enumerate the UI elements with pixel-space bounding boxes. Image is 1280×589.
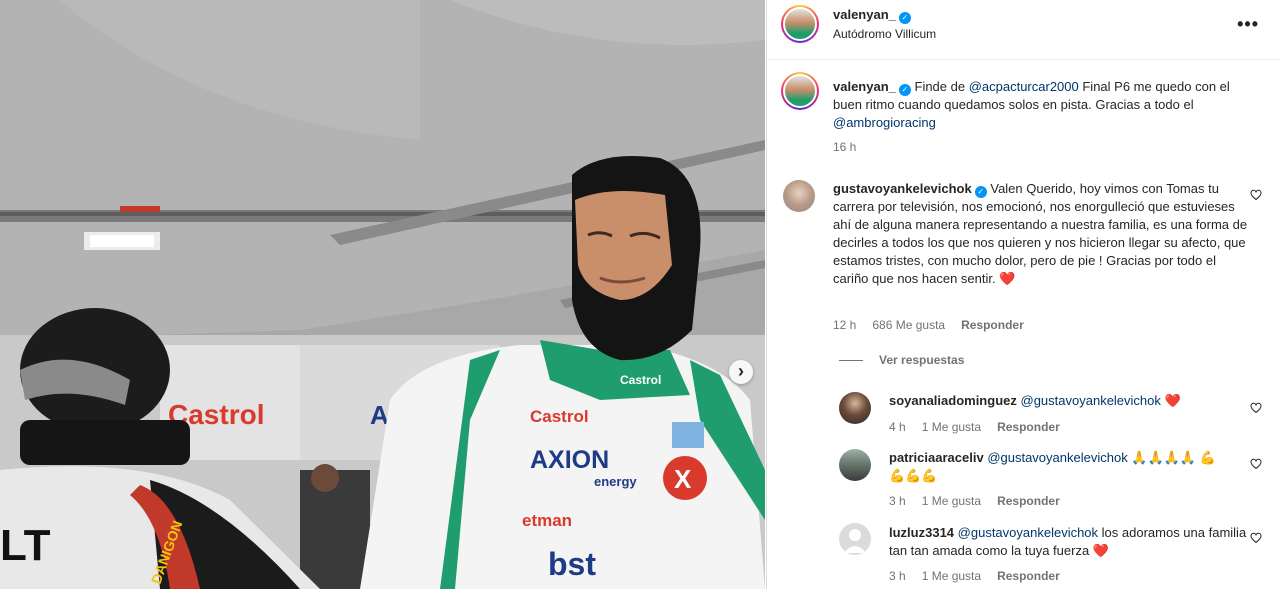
verified-badge-icon: ✓: [974, 186, 987, 198]
post-location[interactable]: Autódromo Villicum: [833, 27, 936, 41]
instagram-post-view: Castrol AXI LT DANIGON Castrol Castrol A…: [0, 0, 1280, 589]
reply-button[interactable]: Responder: [997, 569, 1060, 583]
reply-time[interactable]: 4 h: [889, 420, 906, 434]
post-caption: valenyan_ ✓ Finde de @acpacturcar2000 Fin…: [833, 78, 1253, 132]
reply-body: patriciaaraceliv @gustavoyankelevichok 🙏…: [889, 449, 1229, 485]
reply-body: soyanaliadominguez @gustavoyankelevichok…: [889, 392, 1249, 410]
caption-mention-acpacturcar[interactable]: @acpacturcar2000: [969, 79, 1079, 94]
divider-line: [839, 360, 863, 362]
comment-emoji: ❤️: [999, 271, 1016, 286]
comment-avatar[interactable]: [783, 180, 815, 212]
like-heart-icon[interactable]: [1250, 458, 1262, 470]
caption-time[interactable]: 16 h: [833, 140, 856, 154]
post-photo: Castrol AXI LT DANIGON Castrol Castrol A…: [0, 0, 765, 589]
post-header: valenyan_ ✓ Autódromo Villicum •••: [767, 0, 1280, 60]
caption-avatar[interactable]: [781, 72, 819, 110]
reply-emoji: ❤️: [1092, 543, 1109, 558]
suit-castrol-text: Castrol: [530, 407, 589, 426]
reply-avatar-default[interactable]: [839, 523, 871, 555]
comment-meta: 12 h 686 Me gusta Responder: [833, 318, 1040, 332]
post-side-panel: valenyan_ ✓ Autódromo Villicum ••• valeny…: [766, 0, 1280, 589]
reply-likes[interactable]: 1 Me gusta: [922, 569, 981, 583]
author-avatar[interactable]: [781, 5, 819, 43]
comment-time[interactable]: 12 h: [833, 318, 856, 332]
photo-illustration: Castrol AXI LT DANIGON Castrol Castrol A…: [0, 0, 765, 589]
suit-energy-text: energy: [594, 474, 637, 489]
default-user-icon: [844, 529, 866, 553]
more-options-icon[interactable]: •••: [1237, 14, 1259, 35]
reply-username[interactable]: luzluz3314: [889, 525, 954, 540]
reply-mention[interactable]: @gustavoyankelevichok: [1021, 393, 1161, 408]
reply-meta: 3 h 1 Me gusta Responder: [889, 494, 1076, 508]
reply-likes[interactable]: 1 Me gusta: [922, 494, 981, 508]
caption-username[interactable]: valenyan_: [833, 79, 896, 94]
caption-text-1: Finde de: [914, 79, 969, 94]
reply-mention[interactable]: @gustavoyankelevichok: [987, 450, 1127, 465]
reply-button[interactable]: Responder: [961, 318, 1024, 332]
comment-username[interactable]: gustavoyankelevichok: [833, 181, 972, 196]
svg-text:X: X: [674, 464, 692, 494]
suit-axion-text: AXION: [530, 446, 609, 474]
comment-text: Valen Querido, hoy vimos con Tomas tu ca…: [833, 181, 1248, 286]
reply-username[interactable]: patriciaaraceliv: [889, 450, 984, 465]
author-username[interactable]: valenyan_: [833, 7, 896, 22]
comment-body: gustavoyankelevichok ✓ Valen Querido, hoy…: [833, 180, 1253, 288]
verified-badge-icon: ✓: [898, 84, 911, 96]
like-heart-icon[interactable]: [1250, 189, 1262, 201]
comment-likes[interactable]: 686 Me gusta: [872, 318, 945, 332]
reply-likes[interactable]: 1 Me gusta: [922, 420, 981, 434]
verified-badge-icon: ✓: [898, 12, 911, 24]
reply-body: luzluz3314 @gustavoyankelevichok los ado…: [889, 524, 1249, 560]
reply-avatar[interactable]: [839, 449, 871, 481]
reply-avatar[interactable]: [839, 392, 871, 424]
car-number-text: LT: [0, 521, 51, 570]
collar-castrol-text: Castrol: [620, 373, 661, 387]
reply-button[interactable]: Responder: [997, 494, 1060, 508]
like-heart-icon[interactable]: [1250, 532, 1262, 544]
reply-button[interactable]: Responder: [997, 420, 1060, 434]
like-heart-icon[interactable]: [1250, 402, 1262, 414]
author-name-row: valenyan_ ✓: [833, 6, 911, 24]
reply-time[interactable]: 3 h: [889, 494, 906, 508]
view-replies-label: Ver respuestas: [879, 353, 965, 367]
reply-meta: 3 h 1 Me gusta Responder: [889, 569, 1076, 583]
caption-mention-ambrogio[interactable]: @ambrogioracing: [833, 115, 936, 130]
view-replies-button[interactable]: Ver respuestas: [839, 353, 964, 367]
reply-time[interactable]: 3 h: [889, 569, 906, 583]
suit-etman-text: etman: [522, 511, 572, 530]
reply-meta: 4 h 1 Me gusta Responder: [889, 420, 1076, 434]
suit-bst-text: bst: [548, 546, 596, 582]
next-photo-button[interactable]: ›: [729, 360, 753, 384]
reply-mention[interactable]: @gustavoyankelevichok: [958, 525, 1098, 540]
reply-emoji: ❤️: [1164, 393, 1181, 408]
reply-username[interactable]: soyanaliadominguez: [889, 393, 1017, 408]
